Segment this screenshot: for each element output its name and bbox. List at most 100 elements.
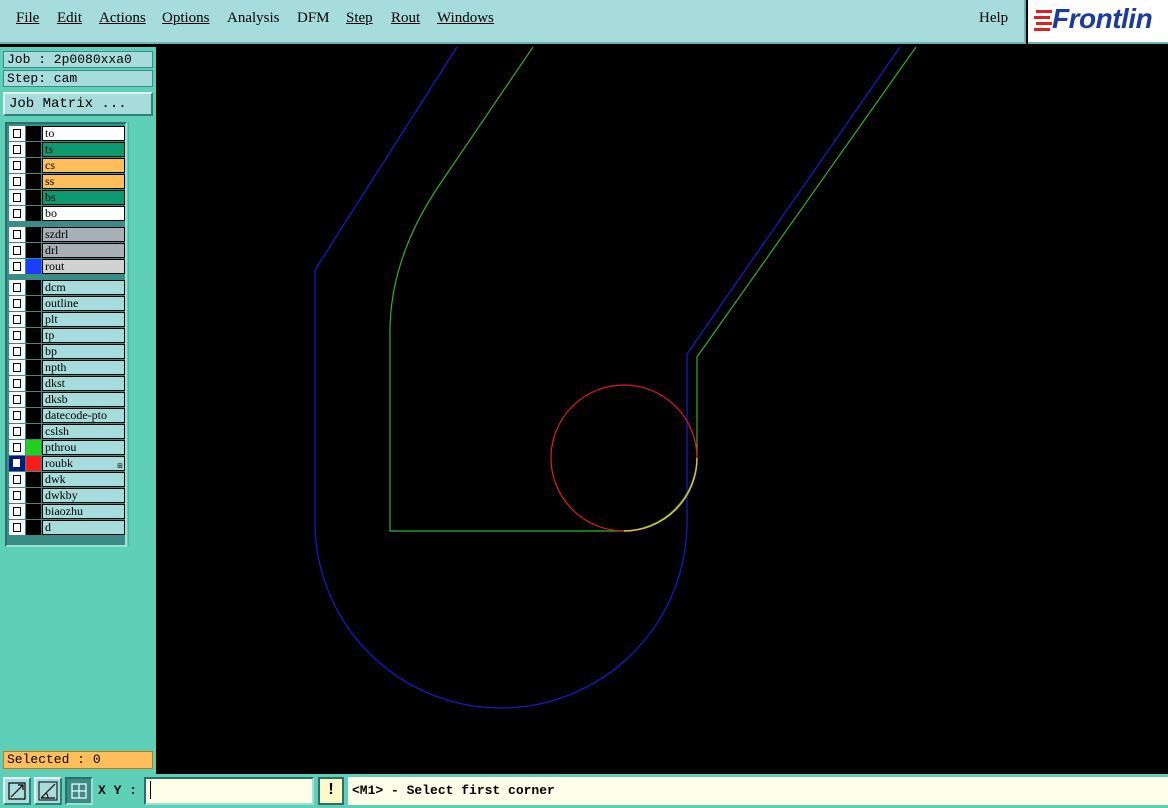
layer-color-swatch[interactable] bbox=[26, 472, 41, 487]
layer-color-swatch[interactable] bbox=[26, 456, 41, 471]
layer-name[interactable]: bo bbox=[42, 206, 125, 221]
layer-checkbox[interactable] bbox=[9, 408, 25, 423]
layer-row[interactable]: plt bbox=[9, 312, 125, 327]
layer-row[interactable]: datecode-pto bbox=[9, 408, 125, 423]
layer-name[interactable]: plt bbox=[42, 312, 125, 327]
layer-row[interactable]: outline bbox=[9, 296, 125, 311]
layer-color-swatch[interactable] bbox=[26, 408, 41, 423]
layer-checkbox[interactable] bbox=[9, 328, 25, 343]
layer-name[interactable]: dcm bbox=[42, 280, 125, 295]
layer-checkbox[interactable] bbox=[9, 280, 25, 295]
layer-checkbox[interactable] bbox=[9, 243, 25, 258]
menu-analysis[interactable]: Analysis bbox=[227, 10, 280, 27]
layer-row[interactable]: dwkby bbox=[9, 488, 125, 503]
layer-row[interactable]: biaozhu bbox=[9, 504, 125, 519]
layer-color-swatch[interactable] bbox=[26, 392, 41, 407]
layer-name[interactable]: ts bbox=[42, 142, 125, 157]
zoom-area-button[interactable] bbox=[3, 777, 31, 805]
layer-row[interactable]: bs bbox=[9, 190, 125, 205]
layer-name[interactable]: roubk ⊞ bbox=[42, 456, 125, 471]
layer-color-swatch[interactable] bbox=[26, 344, 41, 359]
layer-row[interactable]: cslsh bbox=[9, 424, 125, 439]
layer-checkbox[interactable] bbox=[9, 259, 25, 274]
layer-checkbox[interactable] bbox=[9, 142, 25, 157]
layer-checkbox[interactable] bbox=[9, 227, 25, 242]
layer-checkbox[interactable] bbox=[9, 392, 25, 407]
layer-name[interactable]: dwkby bbox=[42, 488, 125, 503]
layer-name[interactable]: dwk bbox=[42, 472, 125, 487]
layer-checkbox[interactable] bbox=[9, 488, 25, 503]
layer-name[interactable]: dksb bbox=[42, 392, 125, 407]
layer-checkbox[interactable] bbox=[9, 440, 25, 455]
layer-name[interactable]: npth bbox=[42, 360, 125, 375]
menu-windows[interactable]: Windows bbox=[437, 10, 494, 27]
layer-row[interactable]: to bbox=[9, 126, 125, 141]
layer-name[interactable]: bp bbox=[42, 344, 125, 359]
layer-name[interactable]: cslsh bbox=[42, 424, 125, 439]
layer-color-swatch[interactable] bbox=[26, 312, 41, 327]
layer-name[interactable]: tp bbox=[42, 328, 125, 343]
xy-input[interactable] bbox=[144, 777, 314, 805]
layer-name[interactable]: pthrou bbox=[42, 440, 125, 455]
layer-row[interactable]: rout bbox=[9, 259, 125, 274]
layer-name[interactable]: biaozhu bbox=[42, 504, 125, 519]
layer-row[interactable]: d bbox=[9, 520, 125, 535]
measure-angle-button[interactable] bbox=[34, 777, 62, 805]
menu-file[interactable]: File bbox=[16, 10, 39, 27]
layer-checkbox[interactable] bbox=[9, 174, 25, 189]
graphics-canvas[interactable] bbox=[156, 46, 1168, 774]
layer-color-swatch[interactable] bbox=[26, 520, 41, 535]
layer-row[interactable]: npth bbox=[9, 360, 125, 375]
layer-name[interactable]: ss bbox=[42, 174, 125, 189]
layer-checkbox[interactable] bbox=[9, 312, 25, 327]
layer-row[interactable]: pthrou bbox=[9, 440, 125, 455]
layer-color-swatch[interactable] bbox=[26, 376, 41, 391]
layer-checkbox[interactable] bbox=[9, 456, 25, 471]
layer-row[interactable]: dkst bbox=[9, 376, 125, 391]
layer-row[interactable]: cs bbox=[9, 158, 125, 173]
layer-name[interactable]: to bbox=[42, 126, 125, 141]
layer-checkbox[interactable] bbox=[9, 158, 25, 173]
layer-color-swatch[interactable] bbox=[26, 280, 41, 295]
layer-name[interactable]: szdrl bbox=[42, 227, 125, 242]
layer-name[interactable]: rout bbox=[42, 259, 125, 274]
layer-row[interactable]: szdrl bbox=[9, 227, 125, 242]
layer-name[interactable]: d bbox=[42, 520, 125, 535]
layer-checkbox[interactable] bbox=[9, 472, 25, 487]
menu-edit[interactable]: Edit bbox=[57, 10, 82, 27]
layer-color-swatch[interactable] bbox=[26, 206, 41, 221]
layer-color-swatch[interactable] bbox=[26, 142, 41, 157]
layer-row[interactable]: bp bbox=[9, 344, 125, 359]
layer-row[interactable]: tp bbox=[9, 328, 125, 343]
job-matrix-button[interactable]: Job Matrix ... bbox=[3, 92, 153, 116]
layer-name[interactable]: bs bbox=[42, 190, 125, 205]
layer-checkbox[interactable] bbox=[9, 296, 25, 311]
layer-list-scrollbar[interactable] bbox=[128, 122, 155, 547]
layer-checkbox[interactable] bbox=[9, 520, 25, 535]
layer-checkbox[interactable] bbox=[9, 376, 25, 391]
menu-help[interactable]: Help bbox=[979, 10, 1008, 27]
layer-color-swatch[interactable] bbox=[26, 174, 41, 189]
layer-color-swatch[interactable] bbox=[26, 190, 41, 205]
layer-name[interactable]: dkst bbox=[42, 376, 125, 391]
layer-color-swatch[interactable] bbox=[26, 488, 41, 503]
layer-row[interactable]: drl bbox=[9, 243, 125, 258]
layer-color-swatch[interactable] bbox=[26, 158, 41, 173]
layer-checkbox[interactable] bbox=[9, 424, 25, 439]
layer-color-swatch[interactable] bbox=[26, 328, 41, 343]
layer-color-swatch[interactable] bbox=[26, 440, 41, 455]
layer-color-swatch[interactable] bbox=[26, 243, 41, 258]
menu-rout[interactable]: Rout bbox=[391, 10, 420, 27]
menu-dfm[interactable]: DFM bbox=[297, 10, 330, 27]
layer-row[interactable]: roubk ⊞ bbox=[9, 456, 125, 471]
layer-checkbox[interactable] bbox=[9, 206, 25, 221]
layer-row[interactable]: bo bbox=[9, 206, 125, 221]
layer-checkbox[interactable] bbox=[9, 504, 25, 519]
layer-row[interactable]: dwk bbox=[9, 472, 125, 487]
layer-row[interactable]: dksb bbox=[9, 392, 125, 407]
layer-color-swatch[interactable] bbox=[26, 227, 41, 242]
menu-step[interactable]: Step bbox=[346, 10, 373, 27]
layer-name[interactable]: outline bbox=[42, 296, 125, 311]
layer-name[interactable]: drl bbox=[42, 243, 125, 258]
menu-actions[interactable]: Actions bbox=[99, 10, 146, 27]
